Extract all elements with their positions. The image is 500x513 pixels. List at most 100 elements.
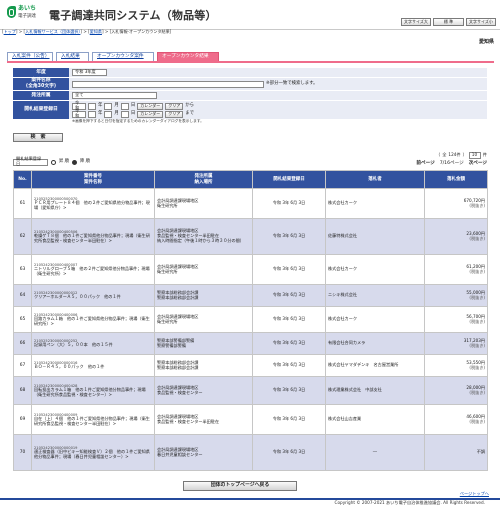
sort-desc-radio[interactable] <box>71 159 77 165</box>
column-header-no: No. <box>13 170 32 189</box>
date-cell: 令和 3年 6月 3日 <box>252 284 326 307</box>
amount-cell: 53,550円 (税抜き) <box>424 354 488 377</box>
fiscal-year-select[interactable]: 令和 3年度 <box>72 69 107 76</box>
date-cell: 令和 3年 6月 3日 <box>252 218 326 255</box>
amount-cell: 55,000円 (税抜き) <box>424 284 488 307</box>
case-name-label: 案件名称 (全角30文字) <box>13 78 69 90</box>
orderer-cell: 会計局調達課現場地区 衛生研究所 <box>154 188 253 219</box>
row-number: 66 <box>13 332 32 355</box>
case-name-link[interactable]: ニトリルグローブ５箱 他の２件ご愛知県他分物品事件；現場（衛生研究所）> <box>34 266 152 277</box>
case-cell: 2105252300000000252 記録用ペン（大）５，００本 他の１５件 <box>31 332 155 355</box>
logo-subtext: 電子調達 <box>18 14 36 19</box>
logo-text: あいち <box>18 5 37 12</box>
breadcrumb-bid-info-link[interactable]: 入札情報サービス（団体選択） <box>25 29 80 34</box>
date-cell: 令和 3年 6月 3日 <box>252 376 326 405</box>
font-size-small-button[interactable]: 文字サイズ小 <box>466 18 496 26</box>
winner-cell: 株式会社山吉産業 <box>325 404 425 435</box>
page-top-link[interactable]: ページトップへ <box>460 491 489 497</box>
date-label: 開札結果登録日 <box>13 101 69 119</box>
case-cell: 2105242300000000012 クリアーホルダーＡ５，００パック 他の１件 <box>31 284 155 307</box>
winner-cell: 株式会社ヤマダデンキ 名古屋営業所 <box>325 354 425 377</box>
sort-asc-radio[interactable] <box>51 159 56 165</box>
calendar-to-button[interactable]: カレンダー <box>137 110 164 118</box>
case-cell: 2105242300000400506 乾燥ゲＴ８個 他の１件ご愛知県他分物品事件… <box>31 218 155 255</box>
result-count: （全 124件） 10 件 <box>436 152 487 159</box>
amount-cell: 61,200円 (税抜き) <box>424 254 488 285</box>
sort-controls: 開札結果登録日 昇 順 降 順 <box>13 156 90 166</box>
orderer-cell: 会計局調達課現場地区 食品監視・検査センター半田駐在 納入時間指定（午後１時から… <box>154 218 253 255</box>
case-name-input[interactable] <box>72 80 264 88</box>
results-table: No. 案件番号 案件名称 発注所属 納入場所 開札結果登録日 落札者 落札金額… <box>13 170 488 471</box>
case-name-link[interactable]: クリアーホルダーＡ５，００パック 他の１件 <box>34 294 152 300</box>
winner-cell: 佐藤特株式会社 <box>325 218 425 255</box>
tab-open-counter-cases[interactable]: オープンカウンタ案件 <box>92 52 154 61</box>
search-form: 年度 令和 3年度 案件名称 (全角30文字) ※部分一致で検索します。 発注所… <box>13 68 487 123</box>
date-to-month-input[interactable] <box>104 110 113 118</box>
date-to-day-input[interactable] <box>120 110 129 118</box>
column-header-amount: 落札金額 <box>424 170 488 189</box>
date-from-day-input[interactable] <box>120 102 129 110</box>
row-number: 63 <box>13 254 32 285</box>
winner-cell: ― <box>325 434 425 471</box>
clear-from-button[interactable]: クリア <box>165 102 184 110</box>
date-from-year-input[interactable] <box>88 102 96 110</box>
calendar-from-button[interactable]: カレンダー <box>137 102 164 110</box>
case-name-link[interactable]: 適正検査器（旧中ビキー知能検査Ｖ）２個 他の１件ご愛知県他分物品事件；現場（春日… <box>34 449 152 460</box>
case-name-link[interactable]: ＰＣＲ用プレート８４個 他の２件ご愛知県他分物品事件；現場（愛知県庁）> <box>34 200 152 211</box>
search-button[interactable]: 検 索 <box>13 133 63 142</box>
winner-cell: 株式会社カーク <box>325 254 425 285</box>
row-number: 64 <box>13 284 32 307</box>
copyright-footer: Copyright © 2007-2021 あいち電子自治体推進協議会. All… <box>334 500 485 505</box>
date-to-era-select[interactable]: 令和 <box>72 108 86 118</box>
winner-cell: 株式会社カーク <box>325 306 425 333</box>
date-from-month-input[interactable] <box>104 102 113 110</box>
row-number: 67 <box>13 354 32 377</box>
font-size-large-button[interactable]: 文字サイズ大 <box>401 18 431 26</box>
row-number: 70 <box>13 434 32 471</box>
date-cell: 令和 3年 6月 3日 <box>252 354 326 377</box>
orderer-cell: 警察本部総務部会計課 警察本部総務部会計課 <box>154 354 253 377</box>
tab-bid-notices[interactable]: 入札案件（公告） <box>7 52 53 61</box>
date-to-year-input[interactable] <box>88 110 96 118</box>
breadcrumb-current: 入札情報-オープンカウンタ結果 <box>111 29 170 34</box>
amount-cell: 28,000円 (税抜き) <box>424 376 488 405</box>
column-header-date: 開札結果登録日 <box>252 170 326 189</box>
date-cell: 令和 3年 6月 3日 <box>252 434 326 471</box>
case-name-link[interactable]: 自在（上）４個 他の１件ご愛知県他分物品事件；現場（衛生研究所食品監視・検査セン… <box>34 416 152 427</box>
breadcrumb-aichi-link[interactable]: 愛知県 <box>90 29 102 34</box>
tab-open-counter-results[interactable]: オープンカウンタ結果 <box>157 52 219 61</box>
amount-cell: 46,600円 (税抜き) <box>424 404 488 435</box>
system-title: 電子調達共同システム（物品等） <box>49 9 217 22</box>
font-size-standard-button[interactable]: 標 準 <box>433 18 464 26</box>
back-to-top-page-button[interactable]: 団体のトップページへ戻る <box>183 481 297 491</box>
clear-to-button[interactable]: クリア <box>165 110 184 118</box>
orderer-label: 発注所属 <box>13 91 69 100</box>
orderer-cell: 警察本部総務部会計課 警察本部総務部会計課 <box>154 284 253 307</box>
tab-bid-results[interactable]: 入札結果 <box>56 52 89 61</box>
case-name-link[interactable]: 回転投出カラム１箱 他の１件ご愛知県他分物品事件；現場（衛生研究所食品監視・検査… <box>34 387 152 398</box>
case-cell: 2105242300000400006 回路カラム１箱 他の１件ご愛知県他分物品事… <box>31 306 155 333</box>
page-indicator: 7/16ページ <box>439 161 464 166</box>
breadcrumb: [トップ] > [入札情報サービス（団体選択）] > [愛知県] > [入札情報… <box>2 29 172 34</box>
prev-page-link[interactable]: 前ページ <box>416 161 434 166</box>
winner-cell: 株式会社カーク <box>325 188 425 219</box>
amount-cell: 不調 <box>424 434 488 471</box>
case-cell: 2105242300000400007 ニトリルグローブ５箱 他の２件ご愛知県他分… <box>31 254 155 285</box>
amount-cell: 23,600円 (税抜き) <box>424 218 488 255</box>
sort-field-select[interactable]: 開札結果登録日 <box>13 156 48 166</box>
case-name-link[interactable]: 記録用ペン（大）５，００本 他の１５件 <box>34 342 152 348</box>
organization-name: 愛知県 <box>478 39 494 45</box>
column-header-winner: 落札者 <box>325 170 425 189</box>
case-cell: 2105242300000400009 自在（上）４個 他の１件ご愛知県他分物品事… <box>31 404 155 435</box>
page-size-select[interactable]: 10 <box>468 152 481 159</box>
case-cell: 2105242300000000019 適正検査器（旧中ビキー知能検査Ｖ）２個 他… <box>31 434 155 471</box>
winner-cell: 有限会社合同カメラ <box>325 332 425 355</box>
case-name-link[interactable]: 乾燥ゲＴ８個 他の１件ご愛知県他分物品事件；現場（衛生研究所食品監視・検査センタ… <box>34 233 152 244</box>
winner-cell: ニシキ株式会社 <box>325 284 425 307</box>
case-name-link[interactable]: 回路カラム１箱 他の１件ご愛知県他分物品事件；現場（衛生研究所）> <box>34 316 152 327</box>
orderer-select[interactable]: 全て <box>72 92 157 99</box>
breadcrumb-top-link[interactable]: トップ <box>4 29 16 34</box>
next-page-link[interactable]: 次ページ <box>469 161 487 166</box>
case-name-link[interactable]: ＢＯ－Ｒ４５，００パック 他の１件 <box>34 364 152 370</box>
orderer-cell: 会計局調達課現場地区 春日井児童相談センター <box>154 434 253 471</box>
